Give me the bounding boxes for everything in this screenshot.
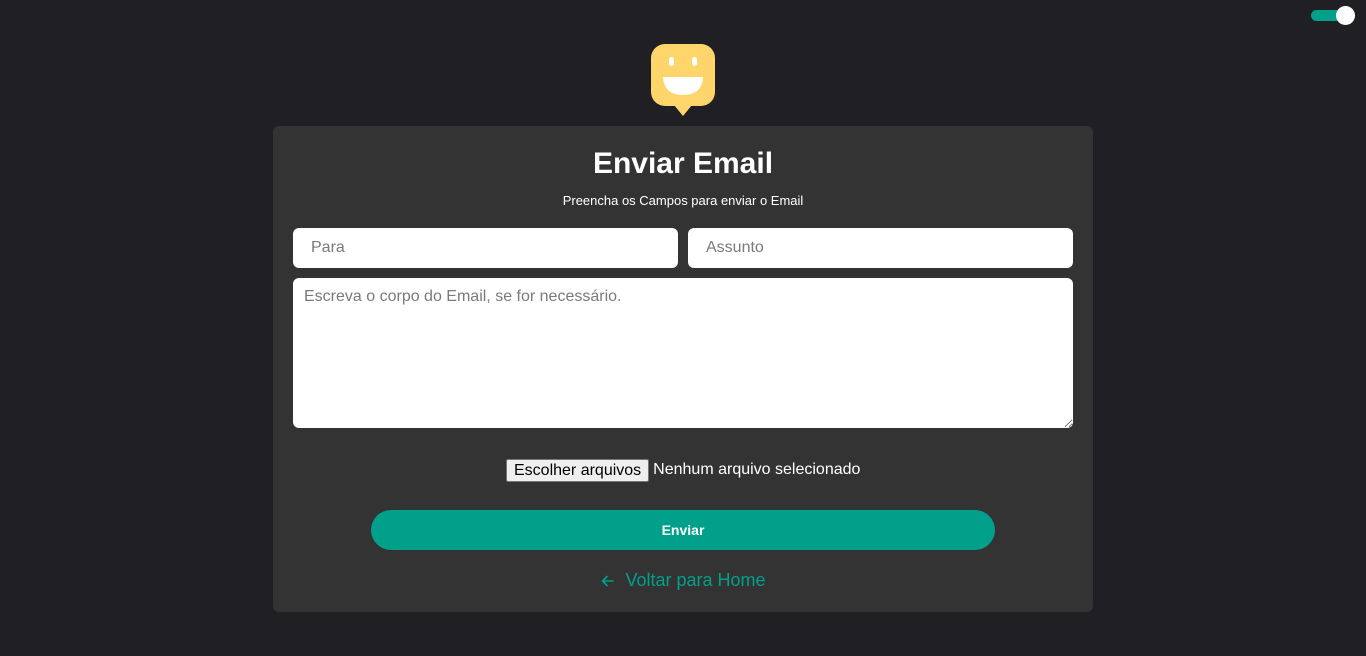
file-status-text: Nenhum arquivo selecionado — [653, 461, 861, 478]
to-input[interactable] — [293, 228, 678, 268]
page-title: Enviar Email — [592, 147, 774, 180]
email-body-textarea[interactable] — [293, 278, 1073, 428]
file-picker: Escolher arquivos Nenhum arquivo selecio… — [506, 458, 860, 482]
page-subtitle: Preencha os Campos para enviar o Email — [562, 193, 804, 208]
choose-files-button[interactable]: Escolher arquivos — [506, 458, 650, 482]
send-button[interactable]: Enviar — [371, 510, 995, 550]
back-home-link[interactable]: Voltar para Home — [273, 570, 1093, 591]
toggle-knob — [1336, 6, 1355, 25]
subject-input[interactable] — [688, 228, 1073, 268]
back-home-label: Voltar para Home — [625, 570, 766, 590]
theme-toggle[interactable] — [1311, 6, 1357, 25]
smiley-speech-bubble-icon — [651, 44, 715, 116]
email-form-card: Enviar Email Preencha os Campos para env… — [273, 126, 1093, 612]
arrow-left-icon — [602, 575, 615, 586]
